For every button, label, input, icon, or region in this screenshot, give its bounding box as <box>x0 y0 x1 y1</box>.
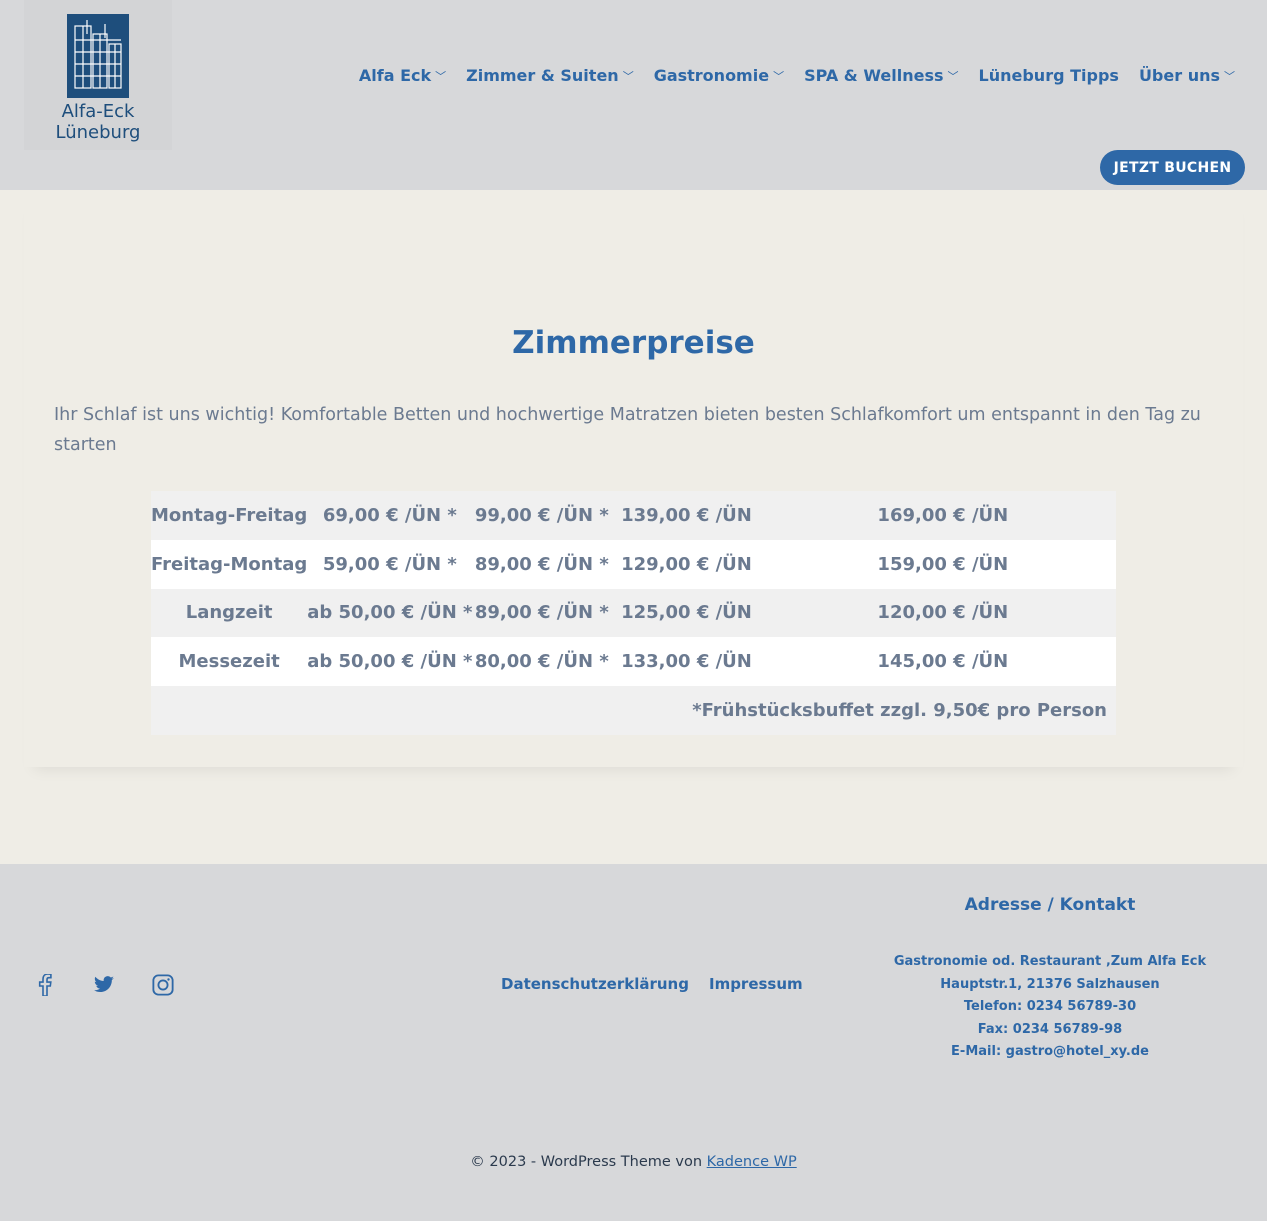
kadence-link[interactable]: Kadence WP <box>707 1154 797 1170</box>
nav-item-label: Alfa Eck <box>358 65 432 85</box>
nav-item-gastronomie[interactable]: Gastronomie ﹀ <box>654 66 784 85</box>
table-row: Messezeit ab 50,00 € /ÜN * 80,00 € /ÜN *… <box>151 637 1116 687</box>
page-title: Zimmerpreise <box>512 325 755 361</box>
table-cell: 89,00 € /ÜN * <box>474 553 609 575</box>
price-table: Montag-Freitag 69,00 € /ÜN * 99,00 € /ÜN… <box>151 491 1116 735</box>
chevron-down-icon: ﹀ <box>1224 70 1235 83</box>
table-cell: 80,00 € /ÜN * <box>474 651 609 673</box>
table-row: Freitag-Montag 59,00 € /ÜN * 89,00 € /ÜN… <box>151 539 1116 589</box>
table-cell: 125,00 € /ÜN <box>621 602 752 624</box>
legal-links: Datenschutzerklärung Impressum <box>501 975 803 993</box>
table-row-footnote: *Frühstücksbuffet zzgl. 9,50€ pro Person <box>151 686 1116 735</box>
book-now-button[interactable]: JETZT BUCHEN <box>1100 150 1245 185</box>
table-row: Montag-Freitag 69,00 € /ÜN * 99,00 € /ÜN… <box>151 491 1116 540</box>
nav-item-label: SPA & Wellness <box>804 65 944 85</box>
nav-item-lueneburg-tipps[interactable]: Lüneburg Tipps <box>979 66 1119 85</box>
breakfast-footnote: *Frühstücksbuffet zzgl. 9,50€ pro Person <box>692 700 1107 722</box>
table-cell: 59,00 € /ÜN * <box>322 553 457 575</box>
building-logo-icon <box>67 14 129 98</box>
copyright-text: © 2023 - WordPress Theme von <box>470 1154 707 1170</box>
contact-line[interactable]: E-Mail: gastro@hotel_xy.de <box>870 1041 1230 1064</box>
nav-item-label: Lüneburg Tipps <box>978 65 1119 85</box>
chevron-down-icon: ﹀ <box>622 70 634 83</box>
copyright: © 2023 - WordPress Theme von Kadence WP <box>0 1154 1267 1170</box>
nav-item-alfa-eck[interactable]: Alfa Eck ﹀ <box>359 66 446 85</box>
table-cell: 120,00 € /ÜN <box>877 602 1009 624</box>
table-cell: Messezeit <box>178 651 280 673</box>
facebook-icon[interactable] <box>34 970 56 1000</box>
nav-item-label: Zimmer & Suiten <box>466 65 619 85</box>
site-logo[interactable]: Alfa-Eck Lüneburg <box>24 0 172 150</box>
contact-line: Gastronomie od. Restaurant ‚Zum Alfa Eck <box>893 954 1207 969</box>
table-cell: Montag-Freitag <box>151 504 308 526</box>
nav-item-label: Gastronomie <box>653 65 770 85</box>
table-cell: Langzeit <box>185 602 273 624</box>
chevron-down-icon: ﹀ <box>947 70 959 83</box>
table-cell: 139,00 € /ÜN <box>621 504 752 526</box>
table-cell: 89,00 € /ÜN * <box>474 602 609 624</box>
site-header: Alfa-Eck Lüneburg Alfa Eck ﹀ Zimmer & Su… <box>0 0 1267 190</box>
nav-item-label: Über uns <box>1138 65 1220 85</box>
social-links <box>34 970 174 1000</box>
twitter-icon[interactable] <box>93 970 115 1000</box>
table-cell: 69,00 € /ÜN * <box>322 504 457 526</box>
privacy-link[interactable]: Datenschutzerklärung <box>501 975 689 993</box>
instagram-icon[interactable] <box>152 970 174 1000</box>
logo-text-line1: Alfa-Eck <box>61 101 135 122</box>
table-row: Langzeit ab 50,00 € /ÜN * 89,00 € /ÜN * … <box>151 588 1116 638</box>
contact-block: Gastronomie od. Restaurant ‚Zum Alfa Eck… <box>870 951 1230 1064</box>
contact-line: Telefon: 0234 56789-30 <box>963 999 1137 1014</box>
table-cell: 159,00 € /ÜN <box>877 553 1009 575</box>
table-cell: 133,00 € /ÜN <box>621 651 752 673</box>
chevron-down-icon: ﹀ <box>435 70 447 83</box>
table-cell: 99,00 € /ÜN * <box>474 504 609 526</box>
contact-title: Adresse / Kontakt <box>964 895 1136 915</box>
contact-line: Hauptstr.1, 21376 Salzhausen <box>940 976 1160 992</box>
logo-text-line2: Lüneburg <box>55 122 141 143</box>
table-cell: ab 50,00 € /ÜN * <box>307 602 473 624</box>
table-cell: 169,00 € /ÜN <box>877 504 1009 526</box>
chevron-down-icon: ﹀ <box>773 70 785 83</box>
imprint-link[interactable]: Impressum <box>709 975 803 993</box>
table-cell: 145,00 € /ÜN <box>877 651 1009 673</box>
nav-item-spa-wellness[interactable]: SPA & Wellness ﹀ <box>804 66 958 85</box>
table-cell: 129,00 € /ÜN <box>621 553 752 575</box>
nav-item-ueber-uns[interactable]: Über uns ﹀ <box>1139 66 1235 85</box>
table-cell: ab 50,00 € /ÜN * <box>307 651 473 673</box>
contact-line: Fax: 0234 56789-98 <box>977 1021 1123 1037</box>
intro-text: Ihr Schlaf ist uns wichtig! Komfortable … <box>54 405 1201 455</box>
main-nav: Alfa Eck ﹀ Zimmer & Suiten ﹀ Gastronomie… <box>359 62 1235 88</box>
table-cell: Freitag-Montag <box>151 553 308 575</box>
nav-item-zimmer-suiten[interactable]: Zimmer & Suiten ﹀ <box>466 66 634 85</box>
